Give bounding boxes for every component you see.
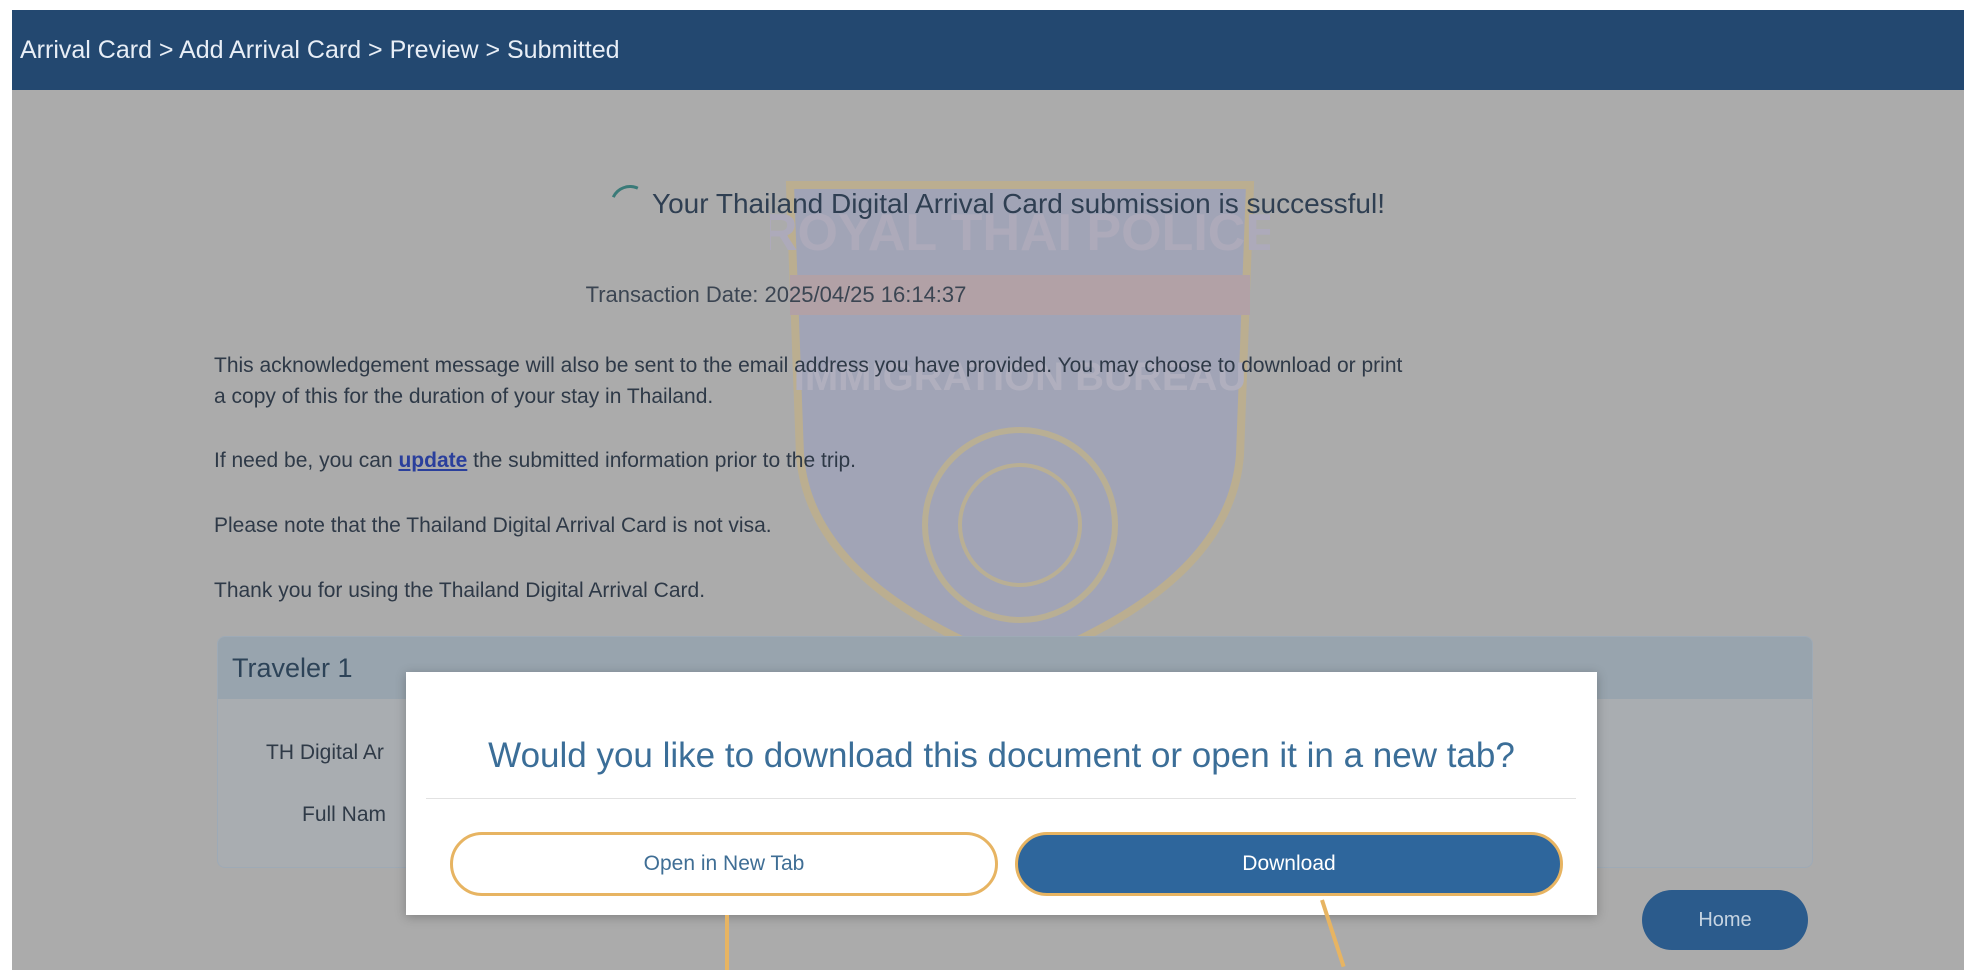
loading-spinner-icon [604,179,656,231]
update-suffix: the submitted information prior to the t… [467,449,856,472]
download-button[interactable]: Download [1015,832,1563,896]
update-text: If need be, you can update the submitted… [214,445,856,476]
open-in-new-tab-button[interactable]: Open in New Tab [450,832,998,896]
thank-you-text: Thank you for using the Thailand Digital… [214,579,706,602]
full-name-label: Full Nam [302,803,387,826]
acknowledgement-text: This acknowledgement message will also b… [214,350,1402,412]
breadcrumb: Arrival Card > Add Arrival Card > Previe… [12,10,1964,90]
arrival-card-number-label: TH Digital Ar [266,741,384,764]
callout-line-open [725,915,729,970]
ack-line-2: a copy of this for the duration of your … [214,385,714,408]
download-dialog: Would you like to download this document… [406,672,1597,915]
dialog-title: Would you like to download this document… [488,736,1515,775]
success-headline: Your Thailand Digital Arrival Card submi… [652,188,1385,219]
update-prefix: If need be, you can [214,449,399,472]
transaction-date: Transaction Date: 2025/04/25 16:14:37 [585,282,967,307]
ack-line-1: This acknowledgement message will also b… [214,354,1403,377]
dialog-divider [426,798,1576,799]
home-button[interactable]: Home [1642,890,1808,950]
visa-note: Please note that the Thailand Digital Ar… [214,514,772,537]
update-link[interactable]: update [398,449,467,472]
